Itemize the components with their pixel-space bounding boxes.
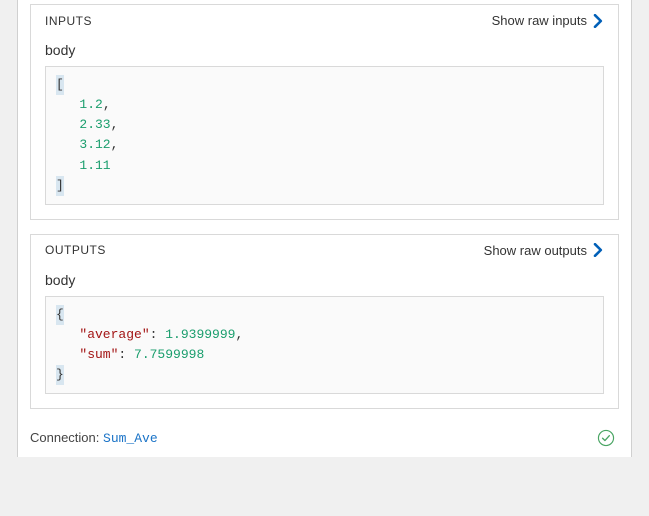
inputs-body-content[interactable]: [ 1.2, 2.33, 3.12, 1.11 ] — [45, 66, 604, 205]
json-open-brace: { — [56, 305, 64, 325]
json-number: 7.7599998 — [134, 347, 204, 362]
inputs-header: INPUTS Show raw inputs — [45, 13, 604, 28]
json-number: 1.2 — [79, 97, 102, 112]
json-number: 3.12 — [79, 137, 110, 152]
connection-name-link[interactable]: Sum_Ave — [103, 431, 158, 446]
connection-label: Connection: — [30, 430, 99, 445]
json-key: "average" — [79, 327, 149, 342]
show-raw-inputs-label: Show raw inputs — [492, 13, 587, 28]
outputs-body-label: body — [45, 272, 604, 288]
json-number: 1.11 — [79, 158, 110, 173]
show-raw-outputs-label: Show raw outputs — [484, 243, 587, 258]
inputs-body-label: body — [45, 42, 604, 58]
outputs-title: OUTPUTS — [45, 243, 106, 257]
show-raw-inputs-button[interactable]: Show raw inputs — [492, 13, 604, 28]
show-raw-outputs-button[interactable]: Show raw outputs — [484, 243, 604, 258]
status-success-icon — [597, 429, 615, 447]
connection-info: Connection: Sum_Ave — [30, 430, 158, 446]
chevron-right-icon — [593, 14, 604, 28]
outputs-header: OUTPUTS Show raw outputs — [45, 243, 604, 258]
inputs-panel: INPUTS Show raw inputs body [ 1.2, 2.33,… — [30, 4, 619, 220]
json-number: 1.9399999 — [165, 327, 235, 342]
json-close-bracket: ] — [56, 176, 64, 196]
inputs-title: INPUTS — [45, 14, 92, 28]
json-number: 2.33 — [79, 117, 110, 132]
json-open-bracket: [ — [56, 75, 64, 95]
footer: Connection: Sum_Ave — [30, 423, 619, 457]
json-key: "sum" — [79, 347, 118, 362]
outputs-body-content[interactable]: { "average": 1.9399999, "sum": 7.7599998… — [45, 296, 604, 395]
outputs-panel: OUTPUTS Show raw outputs body { "average… — [30, 234, 619, 410]
json-close-brace: } — [56, 365, 64, 385]
chevron-right-icon — [593, 243, 604, 257]
run-details-container: INPUTS Show raw inputs body [ 1.2, 2.33,… — [17, 0, 632, 457]
